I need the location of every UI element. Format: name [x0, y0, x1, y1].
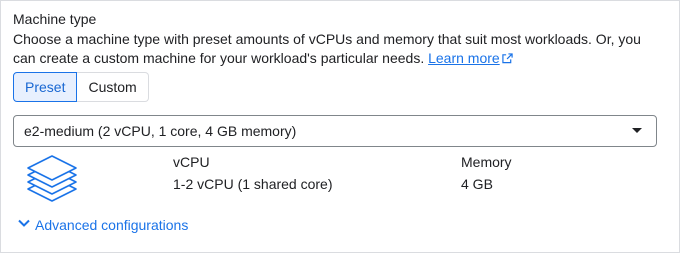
section-title: Machine type	[13, 11, 97, 27]
section-description: Choose a machine type with preset amount…	[13, 30, 663, 69]
vcpu-label: vCPU	[173, 154, 210, 170]
machine-type-value: e2-medium (2 vCPU, 1 core, 4 GB memory)	[24, 123, 297, 139]
dropdown-arrow-icon	[632, 128, 642, 133]
chevron-down-icon	[17, 216, 31, 233]
open-in-new-icon	[502, 50, 513, 69]
memory-label: Memory	[461, 154, 512, 170]
memory-value: 4 GB	[461, 176, 493, 192]
machine-stack-icon	[25, 151, 81, 214]
description-text: Choose a machine type with preset amount…	[13, 31, 641, 66]
machine-type-select[interactable]: e2-medium (2 vCPU, 1 core, 4 GB memory)	[13, 115, 657, 147]
learn-more-link[interactable]: Learn more	[428, 50, 513, 66]
vcpu-value: 1-2 vCPU (1 shared core)	[173, 176, 333, 192]
custom-button[interactable]: Custom	[77, 72, 149, 102]
machine-type-panel: Machine type Choose a machine type with …	[0, 0, 680, 253]
learn-more-label: Learn more	[428, 50, 500, 66]
advanced-configurations-toggle[interactable]: Advanced configurations	[17, 216, 188, 233]
preset-custom-toggle: Preset Custom	[13, 72, 149, 102]
advanced-configurations-label: Advanced configurations	[35, 216, 189, 233]
preset-button[interactable]: Preset	[13, 72, 78, 102]
